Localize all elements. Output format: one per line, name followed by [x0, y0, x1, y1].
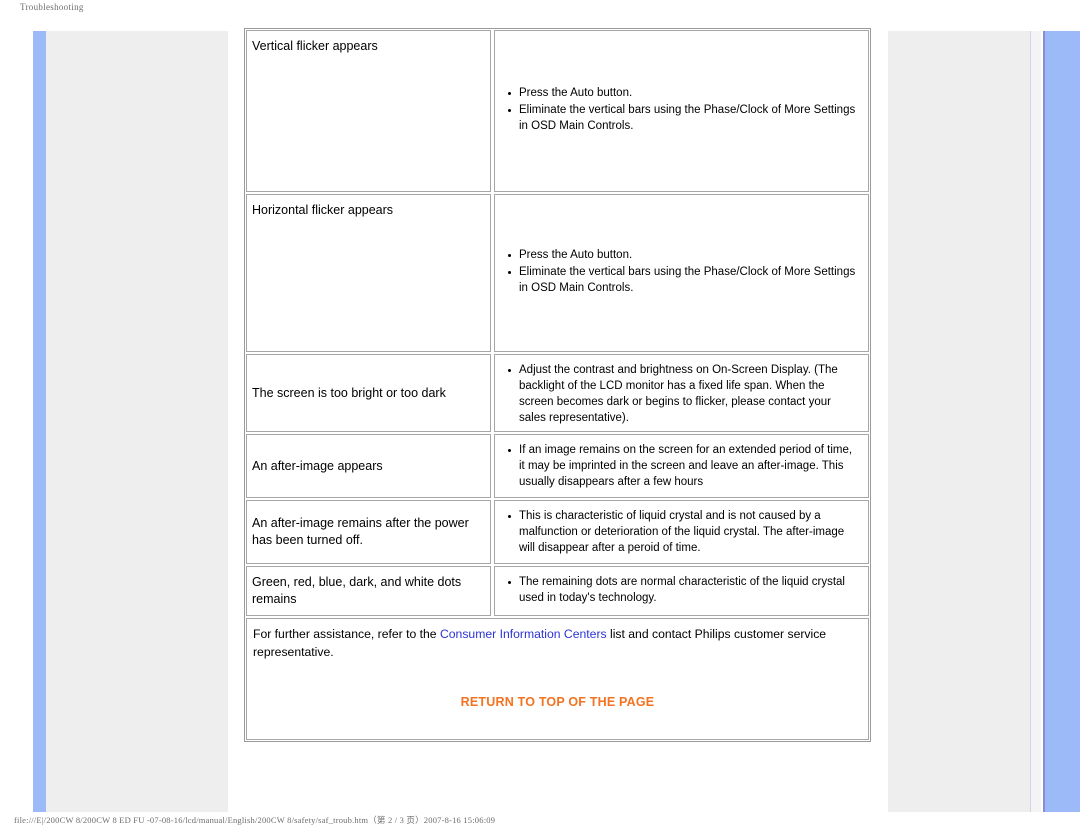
solution-item: Press the Auto button. [508, 86, 860, 102]
solution-item: If an image remains on the screen for an… [508, 443, 860, 491]
solution-list: Press the Auto button. Eliminate the ver… [499, 86, 860, 136]
print-footer-url: file:///E|/200CW 8/200CW 8 ED FU -07-08-… [14, 815, 496, 825]
solution-cell: The remaining dots are normal characteri… [494, 566, 869, 616]
solution-list: This is characteristic of liquid crystal… [499, 509, 860, 558]
solution-item: This is characteristic of liquid crystal… [508, 509, 860, 557]
solution-item: Press the Auto button. [508, 248, 860, 264]
troubleshooting-table: Vertical flicker appears Press the Auto … [244, 28, 871, 742]
solution-list: The remaining dots are normal characteri… [499, 575, 860, 608]
solution-cell: This is characteristic of liquid crystal… [494, 500, 869, 564]
solution-item: The remaining dots are normal characteri… [508, 575, 860, 607]
right-panel-edge-strip [1030, 31, 1041, 812]
symptom-cell: An after-image appears [246, 434, 491, 498]
symptom-cell: Horizontal flicker appears [246, 194, 491, 352]
solution-list: Adjust the contrast and brightness on On… [499, 363, 860, 427]
symptom-cell: An after-image remains after the power h… [246, 500, 491, 564]
symptom-text: An after-image appears [252, 458, 383, 473]
consumer-information-centers-link[interactable]: Consumer Information Centers [440, 627, 607, 641]
solution-item: Eliminate the vertical bars using the Ph… [508, 265, 860, 297]
symptom-text: Horizontal flicker appears [252, 203, 394, 217]
solution-cell: Press the Auto button. Eliminate the ver… [494, 194, 869, 352]
assistance-note-text: For further assistance, refer to the Con… [253, 626, 858, 661]
left-navigation-panel [33, 31, 228, 812]
table-row: Horizontal flicker appears Press the Aut… [246, 194, 869, 352]
return-to-top-link[interactable]: RETURN TO TOP OF THE PAGE [247, 695, 868, 709]
table-row: Green, red, blue, dark, and white dots r… [246, 566, 869, 616]
solution-list: If an image remains on the screen for an… [499, 443, 860, 492]
symptom-cell: The screen is too bright or too dark [246, 354, 491, 432]
solution-cell: If an image remains on the screen for an… [494, 434, 869, 498]
right-accent-rail [1043, 31, 1080, 812]
assistance-note-lead: For further assistance, refer to the [253, 627, 440, 641]
symptom-cell: Vertical flicker appears [246, 30, 491, 192]
solution-cell: Adjust the contrast and brightness on On… [494, 354, 869, 432]
right-side-panel [888, 31, 1030, 812]
table-row: An after-image appears If an image remai… [246, 434, 869, 498]
symptom-text: The screen is too bright or too dark [252, 385, 446, 400]
table-row: The screen is too bright or too dark Adj… [246, 354, 869, 432]
solution-item: Eliminate the vertical bars using the Ph… [508, 103, 860, 135]
solution-cell: Press the Auto button. Eliminate the ver… [494, 30, 869, 192]
page-frame: Vertical flicker appears Press the Auto … [0, 24, 1080, 812]
symptom-cell: Green, red, blue, dark, and white dots r… [246, 566, 491, 616]
solution-item: Adjust the contrast and brightness on On… [508, 363, 860, 426]
left-accent-rail [33, 31, 46, 812]
symptom-text: An after-image remains after the power h… [252, 516, 469, 547]
table-row: An after-image remains after the power h… [246, 500, 869, 564]
symptom-text: Green, red, blue, dark, and white dots r… [252, 575, 462, 606]
solution-list: Press the Auto button. Eliminate the ver… [499, 248, 860, 298]
assistance-note-row: For further assistance, refer to the Con… [246, 618, 869, 740]
symptom-text: Vertical flicker appears [252, 39, 378, 53]
print-header-title: Troubleshooting [20, 2, 84, 12]
table-row: Vertical flicker appears Press the Auto … [246, 30, 869, 192]
